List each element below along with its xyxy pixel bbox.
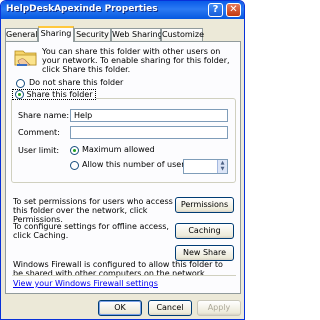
new-share-button[interactable]: New Share bbox=[175, 245, 234, 261]
apply-button[interactable]: Apply bbox=[197, 300, 241, 316]
stepper-arrows-icon[interactable]: ▲ ▼ bbox=[217, 160, 227, 173]
share-name-label: Share name: bbox=[18, 111, 70, 120]
user-limit-label: User limit: bbox=[18, 146, 60, 155]
tab-web-sharing[interactable]: Web Sharing bbox=[111, 28, 163, 41]
allow-users-radio[interactable] bbox=[70, 161, 79, 170]
sharing-panel: You can share this folder with other use… bbox=[5, 41, 241, 294]
intro-text: You can share this folder with other use… bbox=[42, 47, 230, 74]
maximum-allowed-radio[interactable] bbox=[70, 146, 79, 155]
caching-text: To configure settings for offline access… bbox=[13, 222, 169, 240]
firewall-settings-link[interactable]: View your Windows Firewall settings bbox=[13, 279, 158, 288]
permissions-text: To set permissions for users who access … bbox=[13, 197, 173, 224]
cancel-button[interactable]: Cancel bbox=[148, 300, 192, 316]
comment-label: Comment: bbox=[18, 128, 60, 137]
tab-sharing[interactable]: Sharing bbox=[38, 26, 74, 42]
divider bbox=[12, 275, 236, 276]
do-not-share-radio[interactable] bbox=[16, 79, 25, 88]
tab-customize[interactable]: Customize bbox=[161, 28, 204, 41]
shared-folder-icon bbox=[14, 50, 37, 66]
tab-general[interactable]: General bbox=[5, 28, 38, 41]
user-count-stepper[interactable]: ▲ ▼ bbox=[183, 159, 228, 174]
allow-users-label[interactable]: Allow this number of users: bbox=[82, 160, 191, 169]
share-folder-label: Share this folder bbox=[26, 90, 93, 99]
tab-strip: General Sharing Security Web Sharing Cus… bbox=[5, 26, 241, 42]
window-title: HelpDeskApexinde Properties bbox=[6, 4, 158, 14]
share-folder-option[interactable]: Share this folder bbox=[12, 89, 96, 100]
help-button[interactable]: ? bbox=[208, 3, 223, 17]
share-folder-radio[interactable] bbox=[15, 90, 24, 99]
properties-dialog: HelpDeskApexinde Properties ? ✕ General … bbox=[0, 0, 245, 320]
close-button[interactable]: ✕ bbox=[226, 3, 241, 17]
comment-field[interactable] bbox=[70, 126, 228, 139]
permissions-button[interactable]: Permissions bbox=[175, 197, 234, 213]
caching-button[interactable]: Caching bbox=[175, 223, 234, 239]
share-name-field[interactable]: Help bbox=[70, 109, 228, 122]
ok-button[interactable]: OK bbox=[98, 300, 142, 316]
tab-security[interactable]: Security bbox=[74, 28, 111, 41]
maximum-allowed-label[interactable]: Maximum allowed bbox=[82, 145, 155, 154]
do-not-share-label[interactable]: Do not share this folder bbox=[29, 78, 123, 87]
